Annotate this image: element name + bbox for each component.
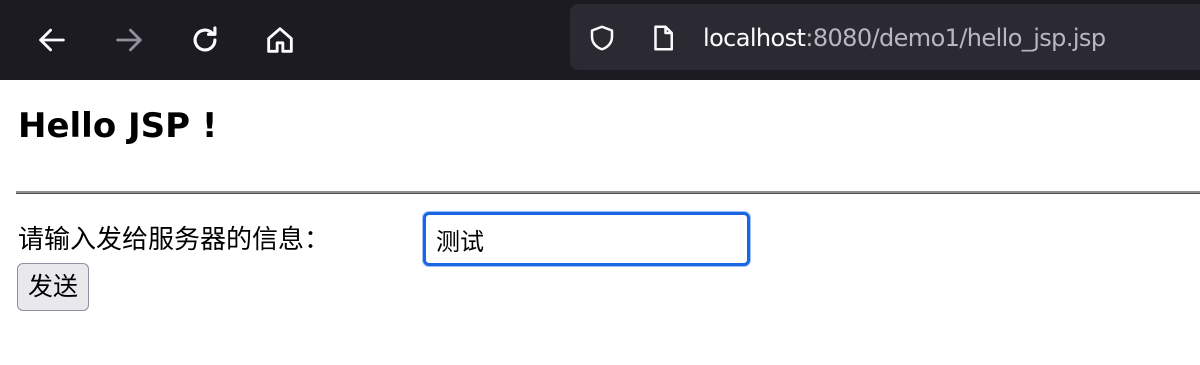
reload-icon [188, 23, 222, 57]
shield-icon[interactable] [587, 23, 617, 53]
message-input[interactable] [423, 212, 750, 266]
url-bar[interactable]: localhost:8080/demo1/hello_jsp.jsp [570, 4, 1200, 70]
reload-button[interactable] [183, 18, 227, 62]
back-button[interactable] [30, 18, 74, 62]
page-icon[interactable] [648, 23, 678, 53]
back-icon [35, 23, 69, 57]
send-button[interactable]: 发送 [17, 263, 90, 311]
home-icon [263, 23, 297, 57]
url-path: :8080/demo1/hello_jsp.jsp [805, 24, 1106, 52]
message-label: 请输入发给服务器的信息： [18, 225, 331, 255]
page-heading: Hello JSP ! [18, 106, 218, 146]
home-button[interactable] [258, 18, 302, 62]
url-host: localhost [703, 24, 806, 52]
forward-icon [112, 23, 146, 57]
forward-button[interactable] [107, 18, 151, 62]
horizontal-rule [16, 191, 1200, 194]
page-content: Hello JSP ! 请输入发给服务器的信息： 发送 [0, 80, 1200, 365]
url-text[interactable]: localhost:8080/demo1/hello_jsp.jsp [703, 21, 1106, 55]
browser-toolbar: localhost:8080/demo1/hello_jsp.jsp [0, 0, 1200, 80]
